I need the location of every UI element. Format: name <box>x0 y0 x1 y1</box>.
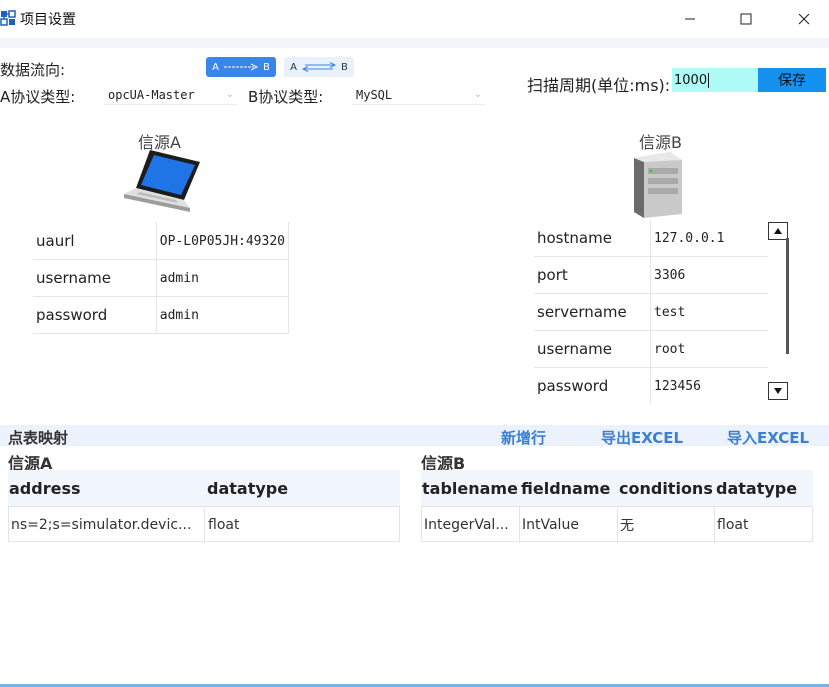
save-button[interactable]: 保存 <box>758 68 826 92</box>
table-cell[interactable]: float <box>715 507 748 543</box>
grid-b-header: tablename fieldname conditions datatype <box>421 470 813 506</box>
protocol-b-select[interactable]: MySQL ⌄ <box>352 85 486 105</box>
scan-period-value: 1000 <box>674 72 708 88</box>
username-field[interactable]: root <box>650 330 768 368</box>
hostname-field[interactable]: 127.0.0.1 <box>650 220 768 257</box>
text-cursor <box>708 72 710 88</box>
field-key: hostname <box>534 220 651 257</box>
direction-a-to-b-button[interactable]: A B <box>206 57 276 77</box>
field-key: uaurl <box>33 222 157 260</box>
table-cell[interactable]: IntValue <box>520 507 618 543</box>
minimize-icon <box>685 18 695 20</box>
arrow-right-icon <box>223 63 259 71</box>
column-header: tablename <box>422 478 518 498</box>
protocol-a-label: A协议类型: <box>0 88 76 106</box>
scrollbar-thumb[interactable] <box>786 238 789 354</box>
window-title: 项目设置 <box>20 12 76 28</box>
chevron-down-icon: ⌄ <box>225 89 234 100</box>
import-excel-button[interactable]: 导入EXCEL <box>727 427 809 448</box>
direction-b-label: B <box>340 61 348 73</box>
table-cell[interactable]: 无 <box>618 507 715 543</box>
caret-up-icon <box>774 228 782 234</box>
table-row[interactable]: ns=2;s=simulator.devic... float <box>8 506 400 543</box>
table-row: username root <box>534 330 768 368</box>
source-b-scrollbar[interactable] <box>768 220 790 402</box>
close-button[interactable] <box>781 0 827 38</box>
protocol-b-label: B协议类型: <box>248 88 324 106</box>
scroll-up-button[interactable] <box>768 222 788 240</box>
port-field[interactable]: 3306 <box>650 256 768 294</box>
maximize-icon <box>740 13 752 25</box>
scan-period-input[interactable]: 1000 <box>672 68 758 92</box>
field-key: servername <box>534 293 651 331</box>
protocol-a-select[interactable]: opcUA-Master ⌄ <box>104 85 238 105</box>
servername-field[interactable]: test <box>650 293 768 331</box>
column-header: address <box>9 478 81 498</box>
column-header: datatype <box>207 478 289 498</box>
protocol-b-value: MySQL <box>356 87 393 102</box>
mapping-title: 点表映射 <box>8 429 69 447</box>
field-key: port <box>534 256 651 294</box>
direction-a-label: A <box>290 61 297 73</box>
mapping-toolbar <box>0 425 829 446</box>
close-icon <box>798 13 810 25</box>
caret-down-icon <box>774 388 782 394</box>
source-a-table: uaurl OP-L0P05JH:49320 username admin pa… <box>33 222 289 334</box>
table-row: uaurl OP-L0P05JH:49320 <box>33 222 289 260</box>
maximize-button[interactable] <box>723 0 769 38</box>
table-cell[interactable]: IntegerVal... <box>422 507 520 543</box>
add-row-button[interactable]: 新增行 <box>501 427 546 448</box>
field-key: username <box>534 330 651 368</box>
source-b-table: hostname 127.0.0.1 port 3306 servername … <box>534 220 768 404</box>
direction-a-label: A <box>212 61 219 73</box>
direction-b-label: B <box>262 61 270 73</box>
app-icon <box>0 10 16 26</box>
table-cell[interactable]: float <box>205 507 239 543</box>
arrow-bidirectional-icon <box>301 62 337 72</box>
laptop-icon <box>120 148 204 228</box>
minimize-button[interactable] <box>667 0 713 38</box>
column-header: fieldname <box>521 478 611 498</box>
column-header: datatype <box>716 478 798 498</box>
direction-label: 数据流向: <box>0 61 66 79</box>
table-row: servername test <box>534 293 768 331</box>
field-key: password <box>534 367 651 404</box>
password-field[interactable]: admin <box>156 296 289 334</box>
chevron-down-icon: ⌄ <box>473 89 482 100</box>
direction-bidirectional-button[interactable]: A B <box>284 57 354 77</box>
table-row: password admin <box>33 296 289 334</box>
field-key: password <box>33 296 157 334</box>
table-cell[interactable]: ns=2;s=simulator.devic... <box>9 507 205 543</box>
export-excel-button[interactable]: 导出EXCEL <box>601 427 683 448</box>
table-row: hostname 127.0.0.1 <box>534 220 768 257</box>
column-header: conditions <box>619 478 713 498</box>
grid-a-header: address datatype <box>8 470 400 506</box>
table-row[interactable]: IntegerVal... IntValue 无 float <box>421 506 813 543</box>
header-band <box>0 38 829 48</box>
table-row: port 3306 <box>534 256 768 294</box>
table-row: username admin <box>33 259 289 297</box>
scan-period-label: 扫描周期(单位:ms): <box>527 76 671 95</box>
protocol-a-value: opcUA-Master <box>108 87 195 102</box>
scroll-down-button[interactable] <box>768 382 788 400</box>
password-field[interactable]: 123456 <box>651 368 769 405</box>
field-key: username <box>33 259 157 297</box>
uaurl-field[interactable]: OP-L0P05JH:49320 <box>156 222 289 260</box>
server-icon <box>630 150 686 222</box>
table-row: password 123456 <box>534 367 769 405</box>
username-field[interactable]: admin <box>156 259 289 297</box>
